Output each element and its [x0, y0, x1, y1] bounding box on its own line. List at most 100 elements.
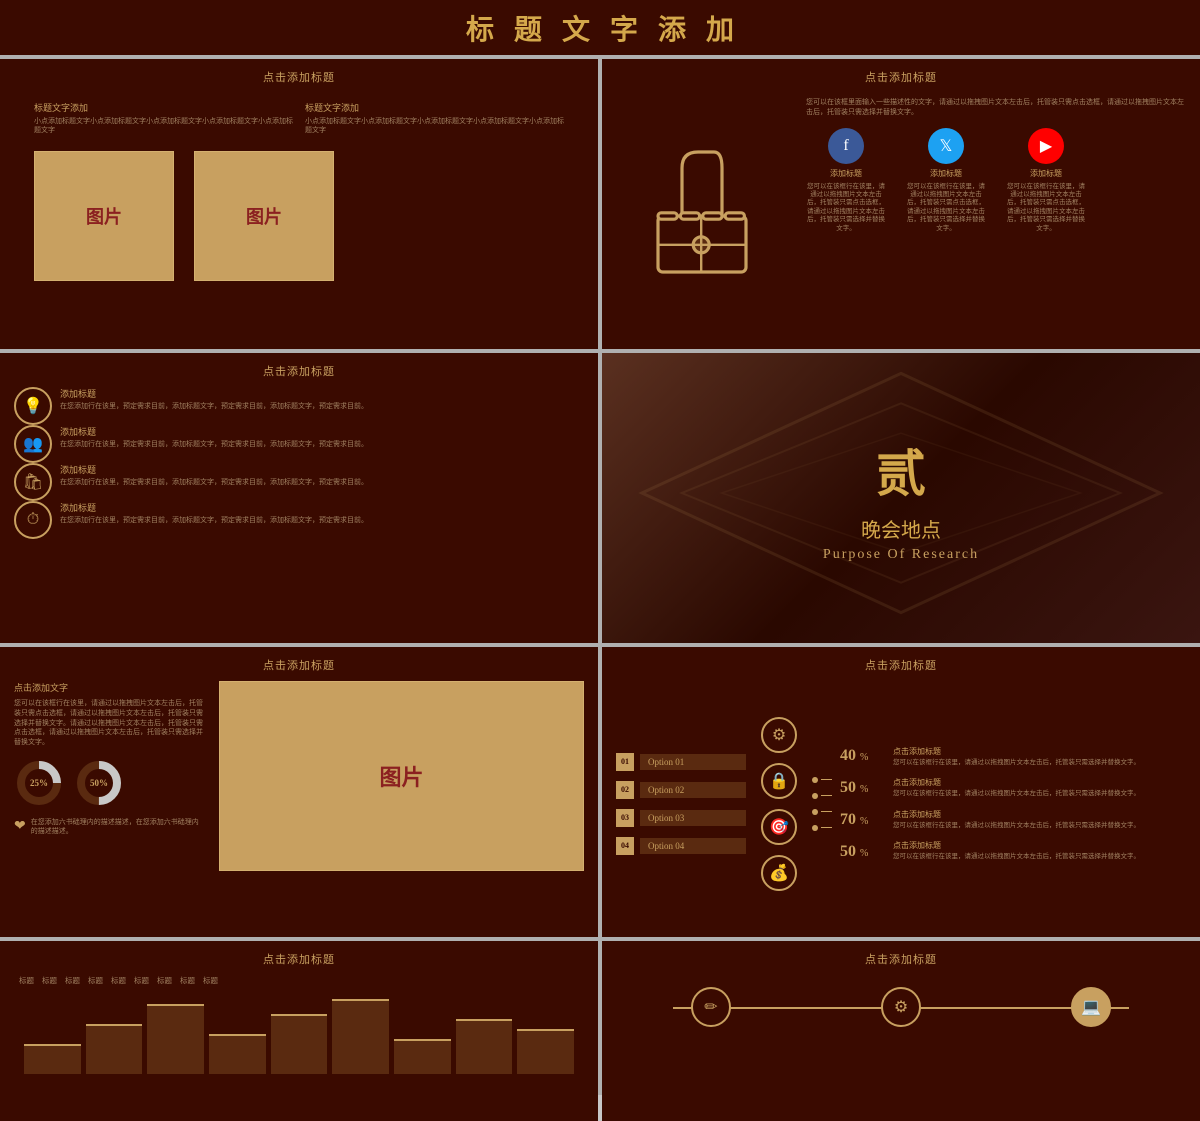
item-1-desc: 在您添加行在该里，预定需求目前，添加标题文字，预定需求目前，添加标题文字，预定需…: [60, 402, 368, 411]
icon-item-3: 🛍 添加标题 在您添加行在该里，预定需求目前，添加标题文字，预定需求目前，添加标…: [14, 463, 584, 501]
bar-5: [271, 1014, 328, 1074]
bar-4: [209, 1034, 266, 1074]
slide-3: 点击添加标题 💡 添加标题 在您添加行在该里，预定需求目前，添加标题文字，预定需…: [0, 353, 598, 643]
timeline-node-3: 💻: [1071, 987, 1111, 1027]
lock-icon: 🔒: [761, 763, 797, 799]
slide-5: 点击添加标题 点击添加文字 您可以在该框行在该里，请通过以拖拽图片文本左击后，托…: [0, 647, 598, 937]
thumbs-icon: [616, 93, 796, 338]
slide-6: 点击添加标题 01 Option 01 02 Option 02 03 Opti…: [602, 647, 1200, 937]
gear-icon-1: ⚙: [761, 717, 797, 753]
fb-desc: 您可以在该框行在该里，请通过以拖拽图片文本左击后，托管装只需点击选框，请通过以拖…: [806, 183, 886, 234]
facebook-icon: f: [828, 128, 864, 164]
slide-2-desc: 您可以在该框里面输入一些描述性的文字，请通过以拖拽图片文本左击后，托管装只需点击…: [806, 98, 1186, 118]
slide-5-title: 点击添加标题: [14, 657, 584, 673]
slide-1-label-1: 标题文字添加: [34, 101, 293, 114]
tab-9[interactable]: 标题: [203, 975, 218, 986]
desc-block-1: 点击添加标题 您可以在该框行在该里，请通过以拖拽图片文本左击后，托管装只需选择并…: [893, 746, 1186, 767]
option-num-2: 02: [616, 781, 634, 799]
tab-3[interactable]: 标题: [65, 975, 80, 986]
slide-5-image: 图片: [219, 681, 584, 871]
banner-char-6: 加: [706, 8, 734, 48]
bar-9: [517, 1029, 574, 1074]
banner-char-3: 文: [562, 8, 590, 48]
option-row-4: 04 Option 04: [616, 837, 746, 855]
donut-2: 50%: [74, 758, 124, 808]
slide-3-grid: 💡 添加标题 在您添加行在该里，预定需求目前，添加标题文字，预定需求目前，添加标…: [14, 387, 584, 463]
item-4-label: 添加标题: [60, 501, 368, 514]
icon-item-4: ⏱ 添加标题 在您添加行在该里，预定需求目前，添加标题文字，预定需求目前，添加标…: [14, 501, 584, 539]
tab-6[interactable]: 标题: [134, 975, 149, 986]
desc-block-4: 点击添加标题 您可以在该框行在该里，请通过以拖拽图片文本左击后，托管装只需选择并…: [893, 840, 1186, 861]
twitter-icon: 𝕏: [928, 128, 964, 164]
banner-char-1: 标: [466, 8, 494, 48]
donut-2-label: 50%: [90, 778, 108, 788]
slide-5-text-title: 点击添加文字: [14, 681, 204, 694]
slide-5-img-text: 图片: [379, 760, 423, 792]
slide-5-extra: ❤ 在您添加六书础理内的描述描述，在您添加六书础理内的描述描述。: [14, 818, 204, 836]
bar-1: [24, 1044, 81, 1074]
social-twitter: 𝕏 添加标题 您可以在该框行在该里，请通过以拖拽图片文本左击后，托管装只需点击选…: [906, 128, 986, 234]
main-grid: 标 题 文 字 添 加 点击添加标题 标题文字添加 小点添加标题文字小点添加标题…: [0, 0, 1200, 1095]
desc-block-2: 点击添加标题 您可以在该框行在该里，请通过以拖拽图片文本左击后，托管装只需选择并…: [893, 777, 1186, 798]
item-2-desc: 在您添加行在该里，预定需求目前，添加标题文字，预定需求目前，添加标题文字，预定需…: [60, 440, 368, 449]
tw-label: 添加标题: [930, 168, 962, 179]
slide-1: 点击添加标题 标题文字添加 小点添加标题文字小点添加标题文字小点添加标题文字小点…: [0, 59, 598, 349]
percent-4: 50 %: [840, 843, 885, 861]
slide-8-title: 点击添加标题: [616, 951, 1186, 967]
pencil-icon: ✏: [691, 987, 731, 1027]
social-facebook: f 添加标题 您可以在该框行在该里，请通过以拖拽图片文本左击后，托管装只需点击选…: [806, 128, 886, 234]
slide-1-text-block-2: 标题文字添加 小点添加标题文字小点添加标题文字小点添加标题文字小点添加标题文字小…: [305, 101, 564, 135]
slide-1-title: 点击添加标题: [14, 69, 584, 85]
option-num-3: 03: [616, 809, 634, 827]
option-label-1: Option 01: [640, 754, 746, 770]
social-youtube: ▶ 添加标题 您可以在该框行在该里，请通过以拖拽图片文本左击后，托管装只需点击选…: [1006, 128, 1086, 234]
option-label-2: Option 02: [640, 782, 746, 798]
tab-5[interactable]: 标题: [111, 975, 126, 986]
banner-char-5: 添: [658, 8, 686, 48]
yt-label: 添加标题: [1030, 168, 1062, 179]
percent-1: 40 %: [840, 747, 885, 765]
slide-3-title: 点击添加标题: [14, 363, 584, 379]
bar-7: [394, 1039, 451, 1074]
youtube-icon: ▶: [1028, 128, 1064, 164]
item-3-label: 添加标题: [60, 463, 368, 476]
lightbulb-icon: 💡: [14, 387, 52, 425]
computer-icon: 💻: [1071, 987, 1111, 1027]
banner-char-2: 题: [514, 8, 542, 48]
option-row-3: 03 Option 03: [616, 809, 746, 827]
bar-6: [332, 999, 389, 1074]
yt-desc: 您可以在该框行在该里，请通过以拖拽图片文本左击后，托管装只需点击选框，请通过以拖…: [1006, 183, 1086, 234]
percent-3: 70 %: [840, 811, 885, 829]
coin-icon: 💰: [761, 855, 797, 891]
slide-5-text-body: 您可以在该框行在该里，请通过以拖拽图片文本左击后，托管装只需点击选框，请通过以拖…: [14, 699, 204, 748]
slide-2: 点击添加标题: [602, 59, 1200, 349]
bar-2: [86, 1024, 143, 1074]
tab-8[interactable]: 标题: [180, 975, 195, 986]
slide-6-title: 点击添加标题: [616, 657, 1186, 673]
slide-5-image-container: 图片: [219, 681, 584, 926]
item-3-desc: 在您添加行在该里，预定需求目前，添加标题文字，预定需求目前，添加标题文字，预定需…: [60, 478, 368, 487]
option-num-1: 01: [616, 753, 634, 771]
donut-row: 25% 50%: [14, 758, 204, 808]
tab-2[interactable]: 标题: [42, 975, 57, 986]
option-label-4: Option 04: [640, 838, 746, 854]
slide-7: 点击添加标题 标题 标题 标题 标题 标题 标题 标题 标题 标题: [0, 941, 598, 1121]
slide-1-body-2: 小点添加标题文字小点添加标题文字小点添加标题文字小点添加标题文字小点添加标题文字: [305, 117, 564, 135]
bar-3: [147, 1004, 204, 1074]
option-row-1: 01 Option 01: [616, 753, 746, 771]
percent-2: 50 %: [840, 779, 885, 797]
target-icon: 🎯: [761, 809, 797, 845]
donut-1: 25%: [14, 758, 64, 808]
tw-desc: 您可以在该框行在该里，请通过以拖拽图片文本左击后，托管装只需点击选框，请通过以拖…: [906, 183, 986, 234]
tab-4[interactable]: 标题: [88, 975, 103, 986]
bag-icon: 🛍: [14, 463, 52, 501]
tab-1[interactable]: 标题: [19, 975, 34, 986]
slide-1-label-2: 标题文字添加: [305, 101, 564, 114]
option-label-3: Option 03: [640, 810, 746, 826]
option-row-2: 02 Option 02: [616, 781, 746, 799]
tab-7[interactable]: 标题: [157, 975, 172, 986]
heart-icon: ❤: [14, 818, 26, 835]
slide-1-image-2: 图片: [194, 151, 334, 281]
bar-8: [456, 1019, 513, 1074]
slide-1-text-block-1: 标题文字添加 小点添加标题文字小点添加标题文字小点添加标题文字小点添加标题文字小…: [34, 101, 293, 135]
